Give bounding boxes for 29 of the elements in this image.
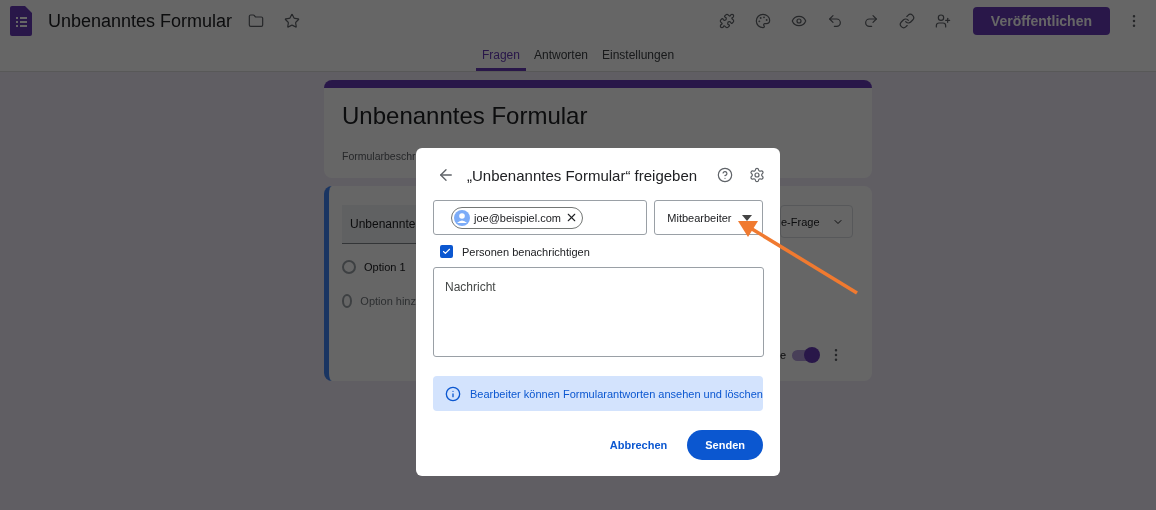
required-label: e [780,349,787,361]
notify-label[interactable]: Personen benachrichtigen [462,245,590,258]
dialog-title: „Unbenanntes Formular“ freigeben [467,166,699,184]
radio-icon [342,294,353,308]
info-text: Bearbeiter können Formularantworten ansehen und löschen [470,387,763,400]
tab[interactable]: Einstellungen [596,42,681,71]
required-toggle[interactable] [792,349,819,361]
check-icon [442,246,451,257]
publish-button[interactable]: Veröffentlichen [972,7,1110,35]
role-select[interactable]: Mitbearbeiter [654,200,763,235]
cancel-button[interactable]: Abbrechen [603,431,674,459]
message-field[interactable]: Nachricht [433,267,764,358]
form-description[interactable]: Formularbeschr [342,150,416,162]
tab[interactable]: Antworten [527,42,594,71]
info-icon [445,385,461,402]
avatar-icon [454,209,470,226]
forms-logo-icon [10,6,32,36]
notify-checkbox[interactable] [440,245,453,258]
form-heading[interactable]: Unbenanntes Formular [342,102,854,130]
recipient-email: joe@beispiel.com [474,211,561,224]
tab[interactable]: Fragen [475,42,526,71]
radio-icon [342,260,356,274]
add-option-text[interactable]: Option hinz [360,295,416,307]
form-title[interactable]: Unbenanntes Formular [48,10,233,32]
question-field[interactable]: Unbenannte [342,205,416,244]
option-label[interactable]: Option 1 [364,261,406,273]
recipient-field[interactable]: joe@beispiel.com [433,200,648,235]
remove-icon[interactable] [565,211,578,224]
send-button[interactable]: Senden [687,430,763,460]
